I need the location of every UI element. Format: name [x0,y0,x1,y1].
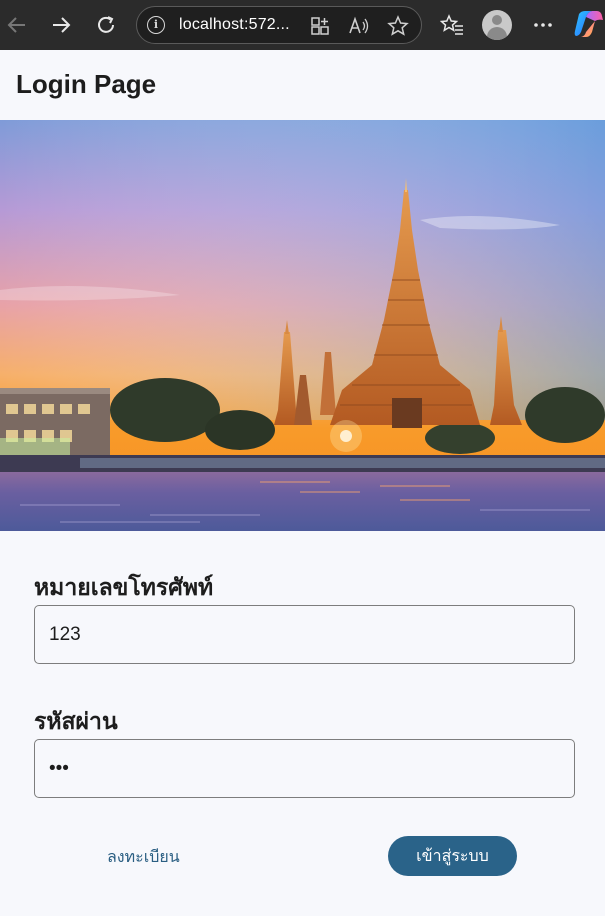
profile-avatar[interactable] [482,10,512,40]
password-input[interactable] [34,739,575,798]
copilot-icon[interactable] [574,8,604,40]
refresh-icon[interactable] [91,10,121,40]
app-header: Login Page [0,50,605,120]
url-text: localhost:572... [179,16,290,33]
back-icon[interactable] [2,10,32,40]
register-link[interactable]: ลงทะเบียน [107,845,180,870]
favorite-star-icon[interactable] [387,15,409,37]
address-bar[interactable]: i localhost:572... [136,6,422,44]
login-button[interactable]: เข้าสู่ระบบ [388,836,517,876]
hero-image [0,120,605,531]
app-available-icon[interactable] [309,15,331,37]
info-icon[interactable]: i [147,16,165,34]
phone-label: หมายเลขโทรศัพท์ [34,575,214,601]
forward-icon[interactable] [46,10,76,40]
password-label: รหัสผ่าน [34,709,118,735]
favorites-icon[interactable] [437,10,467,40]
page-title: Login Page [16,69,157,99]
read-aloud-icon[interactable] [348,15,370,37]
browser-toolbar: i localhost:572... [0,0,605,50]
phone-input[interactable] [34,605,575,664]
more-icon[interactable] [528,10,558,40]
